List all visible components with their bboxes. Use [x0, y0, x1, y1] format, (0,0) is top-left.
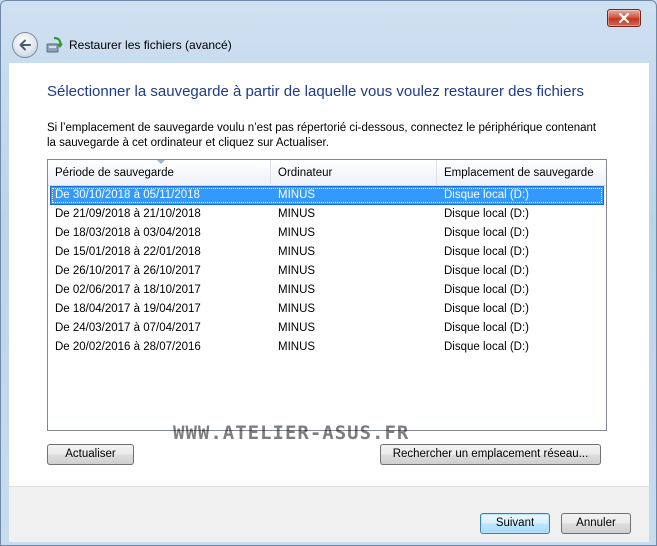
- cell-computer: MINUS: [278, 265, 316, 277]
- cell-period: De 21/09/2018 à 21/10/2018: [55, 208, 201, 220]
- table-row[interactable]: De 30/10/2018 à 05/11/2018 MINUS Disque lo…: [50, 186, 604, 205]
- cell-period: De 30/10/2018 à 05/11/2018: [55, 189, 200, 201]
- table-row[interactable]: De 24/03/2017 à 07/04/2017 MINUS Disque lo…: [50, 319, 604, 338]
- cell-computer: MINUS: [278, 284, 316, 296]
- table-row[interactable]: De 02/06/2017 à 18/10/2017 MINUS Disque lo…: [50, 281, 604, 300]
- table-row[interactable]: De 21/09/2018 à 21/10/2018 MINUS Disque lo…: [50, 205, 604, 224]
- next-button[interactable]: Suivant: [480, 513, 550, 534]
- cell-period: De 24/03/2017 à 07/04/2017: [55, 322, 201, 334]
- cell-location: Disque local (D:): [444, 303, 529, 315]
- close-button[interactable]: [607, 9, 641, 27]
- list-header: Période de sauvegarde Ordinateur Emplace…: [48, 160, 606, 186]
- cell-location: Disque local (D:): [444, 208, 529, 220]
- browse-network-button[interactable]: Rechercher un emplacement réseau...: [380, 444, 601, 465]
- cell-computer: MINUS: [278, 322, 316, 334]
- cell-location: Disque local (D:): [444, 189, 529, 201]
- cell-computer: MINUS: [278, 341, 316, 353]
- cell-period: De 20/02/2016 à 28/07/2016: [55, 341, 201, 353]
- footer-bar: Suivant Annuler: [9, 486, 649, 542]
- backup-list[interactable]: Période de sauvegarde Ordinateur Emplace…: [47, 159, 607, 431]
- cell-computer: MINUS: [278, 246, 316, 258]
- back-arrow-icon: [19, 39, 31, 51]
- cell-period: De 18/04/2017 à 19/04/2017: [55, 303, 201, 315]
- dialog-window: Restaurer les fichiers (avancé) Sélectio…: [0, 0, 657, 546]
- column-header-location[interactable]: Emplacement de sauvegarde: [437, 160, 606, 185]
- cell-period: De 02/06/2017 à 18/10/2017: [55, 284, 201, 296]
- table-row[interactable]: De 26/10/2017 à 26/10/2017 MINUS Disque lo…: [50, 262, 604, 281]
- watermark-text: WWW.ATELIER-ASUS.FR: [173, 422, 410, 444]
- column-header-computer[interactable]: Ordinateur: [271, 160, 437, 185]
- cell-period: De 26/10/2017 à 26/10/2017: [55, 265, 201, 277]
- table-row[interactable]: De 15/01/2018 à 22/01/2018 MINUS Disque lo…: [50, 243, 604, 262]
- cell-location: Disque local (D:): [444, 265, 529, 277]
- cell-location: Disque local (D:): [444, 322, 529, 334]
- table-row[interactable]: De 20/02/2016 à 28/07/2016 MINUS Disque lo…: [50, 338, 604, 357]
- cell-period: De 15/01/2018 à 22/01/2018: [55, 246, 201, 258]
- refresh-button[interactable]: Actualiser: [47, 444, 134, 465]
- cell-computer: MINUS: [278, 208, 316, 220]
- table-row[interactable]: De 18/04/2017 à 19/04/2017 MINUS Disque lo…: [50, 300, 604, 319]
- cell-computer: MINUS: [278, 189, 316, 201]
- cancel-button[interactable]: Annuler: [561, 513, 631, 534]
- backup-restore-icon: [46, 36, 63, 53]
- cell-computer: MINUS: [278, 303, 316, 315]
- navigation-bar: Restaurer les fichiers (avancé): [9, 27, 649, 63]
- sort-ascending-icon: [157, 160, 165, 164]
- table-row[interactable]: De 18/03/2018 à 03/04/2018 MINUS Disque lo…: [50, 224, 604, 243]
- window-title: Restaurer les fichiers (avancé): [69, 38, 232, 52]
- cell-location: Disque local (D:): [444, 246, 529, 258]
- back-button[interactable]: [12, 32, 38, 58]
- page-title: Sélectionner la sauvegarde à partir de l…: [47, 83, 584, 100]
- cell-computer: MINUS: [278, 227, 316, 239]
- cell-period: De 18/03/2018 à 03/04/2018: [55, 227, 201, 239]
- cell-location: Disque local (D:): [444, 284, 529, 296]
- instructions-text: Si l’emplacement de sauvegarde voulu n’e…: [47, 122, 597, 149]
- cell-location: Disque local (D:): [444, 341, 529, 353]
- close-icon: [618, 13, 630, 23]
- cell-location: Disque local (D:): [444, 227, 529, 239]
